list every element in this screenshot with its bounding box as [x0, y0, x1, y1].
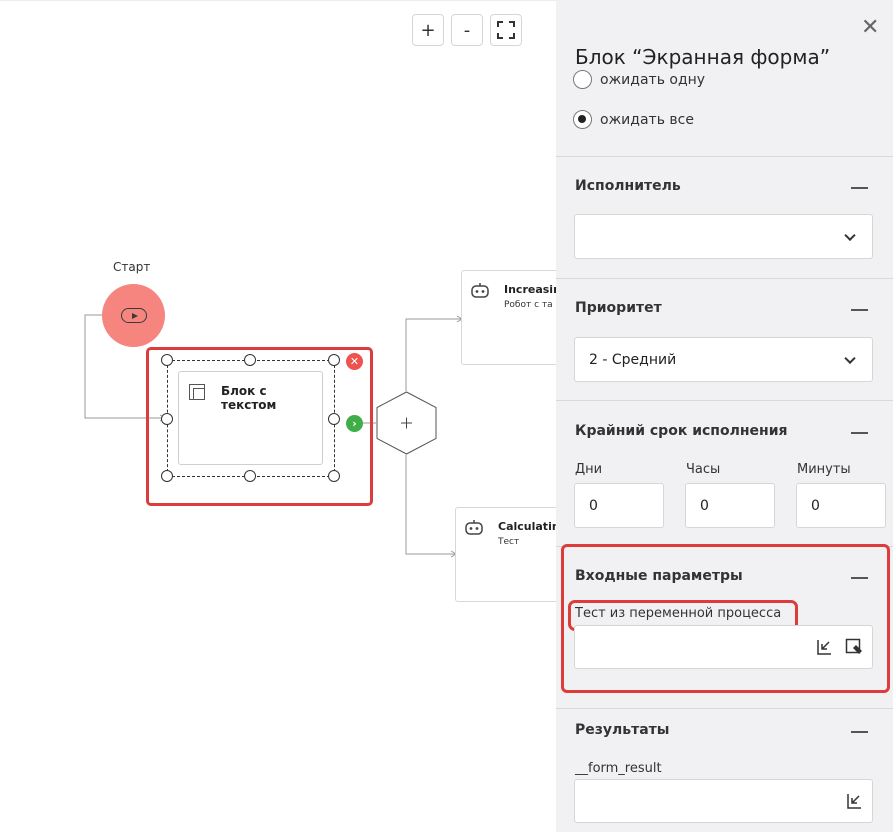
next-arrow-icon[interactable]: ›: [346, 415, 363, 432]
zoom-in-button[interactable]: +: [412, 14, 444, 46]
process-canvas[interactable]: + - Старт Блок с текстом ✕ › Increasin Р…: [0, 0, 556, 832]
delete-node-icon[interactable]: ✕: [346, 353, 363, 370]
input-param-label: Тест из переменной процесса: [575, 606, 782, 621]
deadline-section-title: Крайний срок исполнения: [575, 423, 788, 439]
radio-wait-all[interactable]: ожидать все: [573, 110, 694, 129]
radio-wait-one-label: ожидать одну: [600, 71, 706, 88]
radio-button[interactable]: [573, 70, 592, 89]
divider: [556, 156, 893, 157]
resize-handle-top-right[interactable]: [328, 354, 340, 366]
resize-handle-right[interactable]: [328, 413, 340, 425]
text-block-node[interactable]: Блок с текстом: [178, 371, 323, 465]
executor-section-title: Исполнитель: [575, 178, 681, 194]
variable-insert-icon[interactable]: [815, 638, 833, 656]
divider: [556, 708, 893, 709]
divider: [556, 278, 893, 279]
results-param-label: __form_result: [575, 761, 662, 776]
minutes-value: 0: [811, 497, 820, 514]
hours-value: 0: [700, 497, 709, 514]
robot-node-2-title: Calculatin: [498, 520, 556, 533]
robot-node-1-title: Increasin: [504, 283, 556, 296]
priority-value: 2 - Средний: [589, 351, 677, 368]
resize-handle-bottom[interactable]: [244, 470, 256, 482]
collapse-input-params-button[interactable]: [851, 577, 868, 579]
results-section-title: Результаты: [575, 722, 670, 738]
resize-handle-left[interactable]: [161, 413, 173, 425]
priority-section-title: Приоритет: [575, 300, 662, 316]
hours-input[interactable]: 0: [685, 483, 775, 528]
results-param-field[interactable]: [574, 779, 873, 823]
robot-icon: [471, 283, 489, 298]
robot-node-2[interactable]: Calculatin Тест: [455, 507, 556, 602]
radio-wait-one[interactable]: ожидать одну: [573, 70, 705, 89]
robot-icon: [465, 520, 483, 535]
collapse-executor-button[interactable]: [851, 187, 868, 189]
start-node-label: Старт: [113, 260, 151, 274]
resize-handle-bottom-left[interactable]: [161, 470, 173, 482]
resize-handle-top-left[interactable]: [161, 354, 173, 366]
days-label: Дни: [575, 462, 603, 477]
collapse-priority-button[interactable]: [851, 309, 868, 311]
days-value: 0: [589, 497, 598, 514]
text-block-label: Блок с текстом: [221, 384, 277, 412]
robot-node-1-subtitle: Робот с та: [504, 300, 553, 310]
zoom-out-button[interactable]: -: [451, 14, 483, 46]
fit-screen-button[interactable]: [490, 14, 522, 46]
properties-panel: ✕ Блок “Экранная форма” ожидать одну ожи…: [556, 0, 893, 832]
edit-value-icon[interactable]: [845, 638, 863, 656]
start-node[interactable]: [102, 284, 165, 347]
collapse-results-button[interactable]: [851, 731, 868, 733]
hours-label: Часы: [686, 462, 721, 477]
chevron-down-icon: [844, 352, 856, 364]
priority-select[interactable]: 2 - Средний: [574, 337, 873, 382]
zoom-in-icon: +: [420, 19, 436, 41]
resize-handle-top[interactable]: [244, 354, 256, 366]
chevron-down-icon: [844, 229, 856, 241]
radio-button-checked[interactable]: [573, 110, 592, 129]
text-block-icon: [189, 384, 205, 400]
input-params-section-title: Входные параметры: [575, 568, 743, 584]
robot-node-2-subtitle: Тест: [498, 537, 520, 547]
days-input[interactable]: 0: [574, 483, 664, 528]
resize-handle-bottom-right[interactable]: [328, 470, 340, 482]
radio-wait-all-label: ожидать все: [600, 111, 694, 128]
variable-insert-icon[interactable]: [845, 792, 863, 810]
robot-node-1[interactable]: Increasin Робот с та: [461, 270, 556, 365]
zoom-out-icon: -: [463, 19, 471, 41]
collapse-deadline-button[interactable]: [851, 432, 868, 434]
panel-title: Блок “Экранная форма”: [575, 45, 831, 69]
divider: [556, 400, 893, 401]
fit-screen-icon: [497, 21, 515, 39]
input-param-field[interactable]: [574, 625, 873, 669]
gateway-node[interactable]: [376, 391, 437, 455]
minutes-input[interactable]: 0: [796, 483, 886, 528]
executor-select[interactable]: [574, 214, 873, 259]
minutes-label: Минуты: [797, 462, 851, 477]
close-icon[interactable]: ✕: [861, 17, 879, 39]
play-icon: [120, 308, 147, 323]
